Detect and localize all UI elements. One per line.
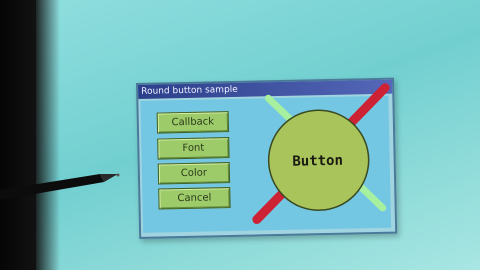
round-button-label[interactable]: Button [268, 152, 368, 170]
round-button-window: Round button sample Callback Font Color … [136, 77, 398, 239]
screen-background: Round button sample Callback Font Color … [36, 0, 480, 270]
font-button[interactable]: Font [157, 137, 230, 160]
stylus-pen-icon [0, 173, 120, 200]
monitor-bezel [0, 0, 60, 270]
window-client-area: Callback Font Color Cancel Button [140, 83, 392, 233]
callback-button[interactable]: Callback [156, 111, 230, 134]
cancel-button[interactable]: Cancel [158, 187, 231, 210]
color-button[interactable]: Color [157, 162, 231, 185]
